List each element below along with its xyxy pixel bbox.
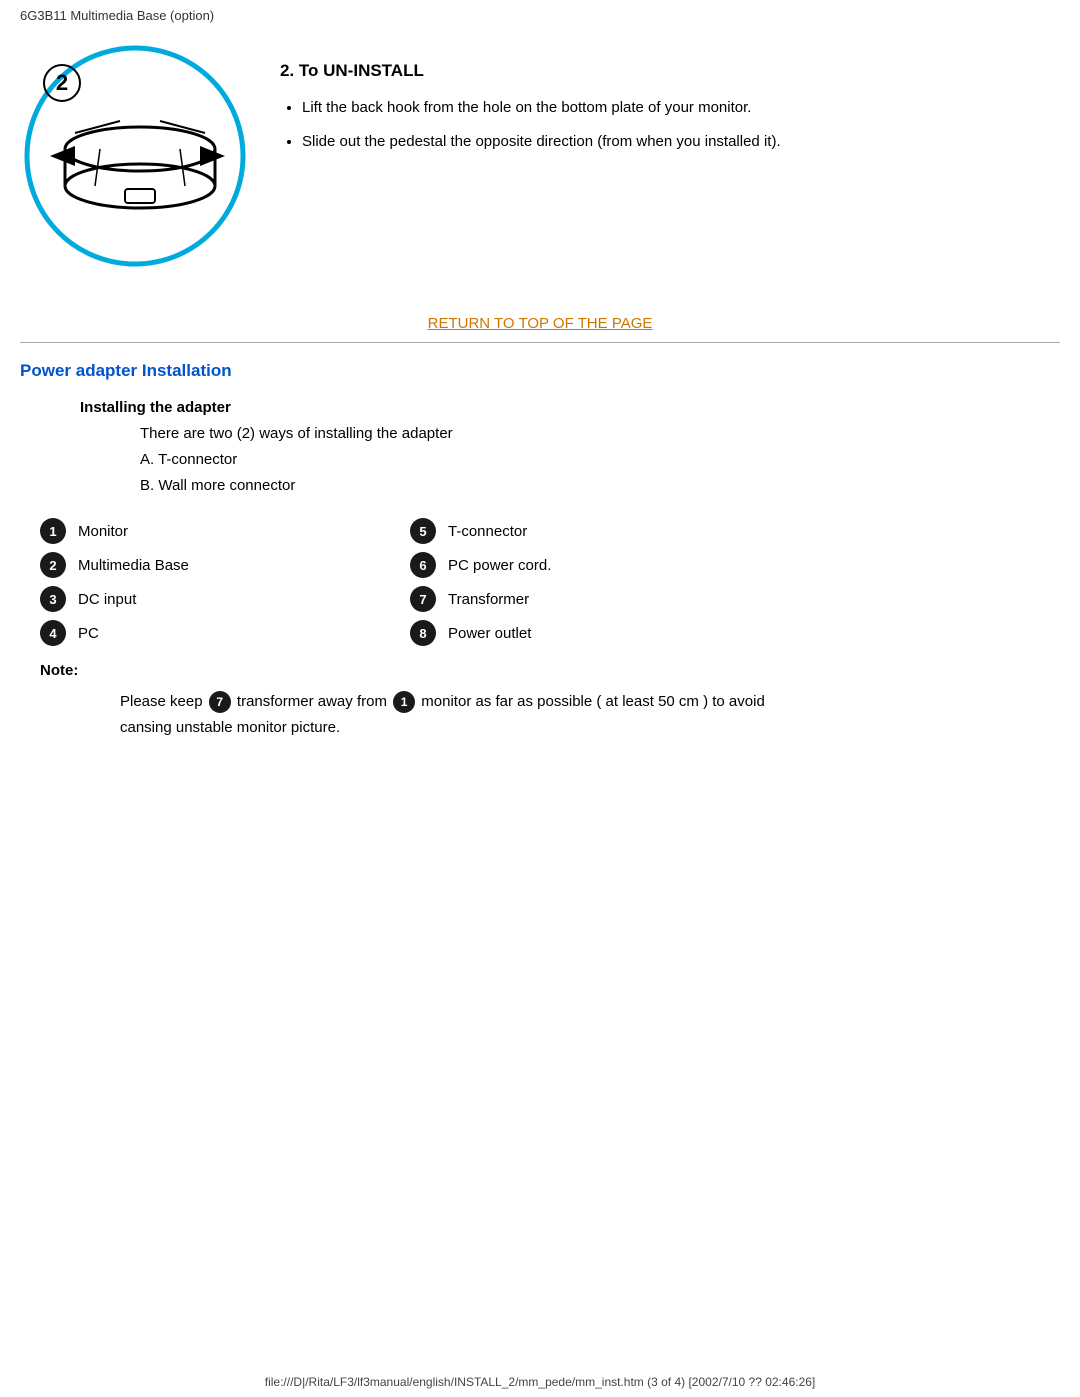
power-adapter-section: Power adapter Installation Installing th… — [20, 361, 1060, 740]
uninstall-step1: Lift the back hook from the hole on the … — [302, 95, 1060, 121]
numbered-item-8: 8 Power outlet — [410, 618, 740, 648]
numbered-item-7: 7 Transformer — [410, 584, 740, 614]
uninstall-section: 2 — [20, 41, 1060, 275]
item-label-8: Power outlet — [448, 625, 531, 642]
badge-6: 6 — [410, 552, 436, 578]
numbered-item-2: 2 Multimedia Base — [40, 550, 370, 580]
numbered-item-1: 1 Monitor — [40, 516, 370, 546]
badge-3: 3 — [40, 586, 66, 612]
inline-badge-1: 1 — [393, 691, 415, 713]
badge-7: 7 — [410, 586, 436, 612]
inline-badge-7: 7 — [209, 691, 231, 713]
uninstall-title: 2. To UN-INSTALL — [280, 61, 1060, 81]
item-label-4: PC — [78, 625, 99, 642]
page-footer: file:///D|/Rita/LF3/lf3manual/english/IN… — [0, 1375, 1080, 1389]
numbered-item-6: 6 PC power cord. — [410, 550, 740, 580]
uninstall-text-block: 2. To UN-INSTALL Lift the back hook from… — [280, 41, 1060, 162]
note-text-before: Please keep — [120, 693, 203, 710]
adapter-desc1: There are two (2) ways of installing the… — [140, 422, 1060, 446]
item-label-7: Transformer — [448, 591, 529, 608]
adapter-desc3: B. Wall more connector — [140, 474, 1060, 498]
step2-illustration: 2 — [20, 41, 250, 275]
power-adapter-title: Power adapter Installation — [20, 361, 1060, 381]
item-label-6: PC power cord. — [448, 557, 551, 574]
page-header: 6G3B11 Multimedia Base (option) — [0, 0, 1080, 31]
badge-8: 8 — [410, 620, 436, 646]
note-label: Note: — [40, 662, 1060, 679]
adapter-desc2: A. T-connector — [140, 448, 1060, 472]
header-title: 6G3B11 Multimedia Base (option) — [20, 8, 214, 23]
item-label-2: Multimedia Base — [78, 557, 189, 574]
badge-1: 1 — [40, 518, 66, 544]
numbered-item-4: 4 PC — [40, 618, 370, 648]
badge-2: 2 — [40, 552, 66, 578]
section-divider — [20, 342, 1060, 343]
uninstall-list: Lift the back hook from the hole on the … — [280, 95, 1060, 154]
numbered-items-grid: 1 Monitor 5 T-connector 2 Multimedia Bas… — [40, 516, 740, 648]
item-label-1: Monitor — [78, 523, 128, 540]
badge-5: 5 — [410, 518, 436, 544]
uninstall-step2: Slide out the pedestal the opposite dire… — [302, 129, 1060, 155]
installing-adapter-title: Installing the adapter — [80, 399, 1060, 416]
note-text-mid: transformer away from — [237, 693, 387, 710]
item-label-3: DC input — [78, 591, 136, 608]
note-text: Please keep 7 transformer away from 1 mo… — [120, 689, 820, 740]
return-link-area: RETURN TO TOP OF THE PAGE — [20, 315, 1060, 332]
item-label-5: T-connector — [448, 523, 527, 540]
return-to-top-link[interactable]: RETURN TO TOP OF THE PAGE — [428, 315, 653, 332]
badge-4: 4 — [40, 620, 66, 646]
numbered-item-5: 5 T-connector — [410, 516, 740, 546]
numbered-item-3: 3 DC input — [40, 584, 370, 614]
svg-text:2: 2 — [56, 70, 68, 95]
footer-text: file:///D|/Rita/LF3/lf3manual/english/IN… — [265, 1375, 816, 1389]
